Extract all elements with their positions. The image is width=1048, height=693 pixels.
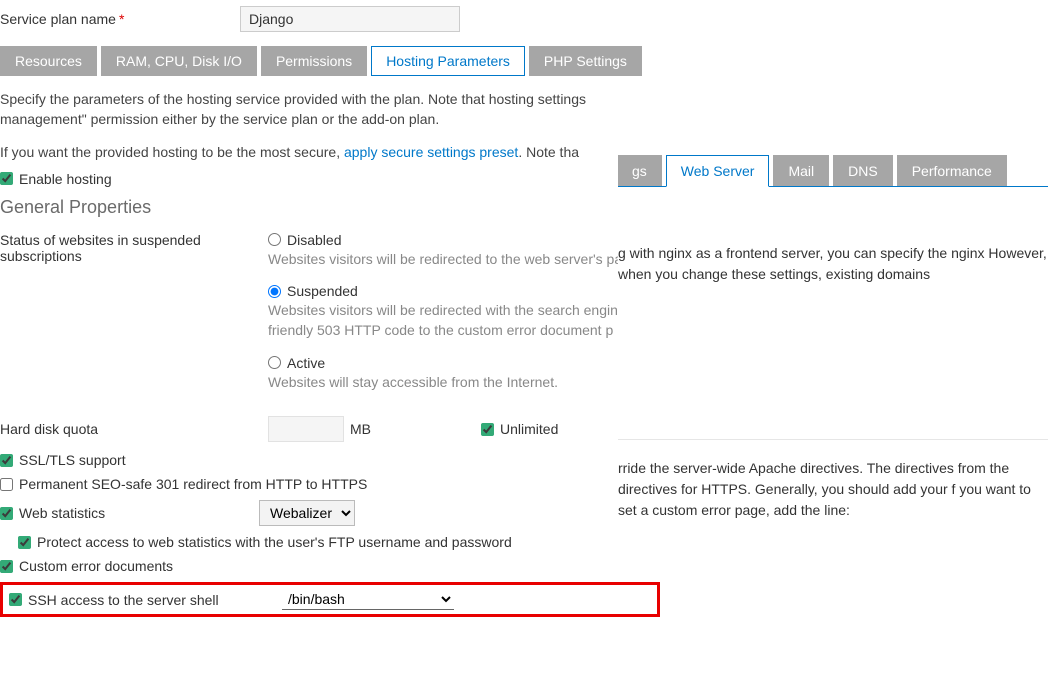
tab-permissions[interactable]: Permissions — [261, 46, 367, 76]
plan-tabs: Resources RAM, CPU, Disk I/O Permissions… — [0, 46, 660, 76]
status-active-desc: Websites will stay accessible from the I… — [268, 373, 660, 393]
intro-paragraph-1: Specify the parameters of the hosting se… — [0, 90, 660, 129]
custom-error-docs-label: Custom error documents — [19, 558, 173, 574]
tab-performance[interactable]: Performance — [897, 155, 1007, 186]
status-active-label: Active — [287, 355, 325, 371]
intro-paragraph-2: If you want the provided hosting to be t… — [0, 143, 660, 163]
web-statistics-select[interactable]: Webalizer — [259, 500, 355, 526]
web-statistics-checkbox[interactable] — [0, 507, 13, 520]
tab-php-settings[interactable]: PHP Settings — [529, 46, 642, 76]
tab-web-server[interactable]: Web Server — [666, 155, 770, 187]
status-suspended-desc: Websites visitors will be redirected wit… — [268, 301, 660, 340]
unlimited-checkbox[interactable] — [481, 423, 494, 436]
hard-disk-quota-unit: MB — [350, 421, 371, 437]
hard-disk-quota-input[interactable] — [268, 416, 344, 442]
tab-resources[interactable]: Resources — [0, 46, 97, 76]
tab-mail[interactable]: Mail — [773, 155, 829, 186]
ssh-highlight-box: SSH access to the server shell /bin/bash — [0, 582, 660, 617]
webserver-text-2: rride the server-wide Apache directives.… — [618, 458, 1048, 521]
apply-secure-preset-link[interactable]: apply secure settings preset — [344, 144, 518, 160]
hard-disk-quota-label: Hard disk quota — [0, 421, 268, 437]
divider — [618, 439, 1048, 440]
protect-stats-label: Protect access to web statistics with th… — [37, 534, 512, 550]
ssl-tls-checkbox[interactable] — [0, 454, 13, 467]
status-disabled-desc: Websites visitors will be redirected to … — [268, 250, 660, 270]
suspended-status-label: Status of websites in suspended subscrip… — [0, 232, 268, 406]
ssh-shell-select[interactable]: /bin/bash — [282, 589, 454, 610]
ssh-access-label: SSH access to the server shell — [28, 592, 260, 608]
status-suspended-radio[interactable] — [268, 285, 281, 298]
protect-stats-checkbox[interactable] — [18, 536, 31, 549]
tab-hosting-parameters[interactable]: Hosting Parameters — [371, 46, 525, 76]
status-suspended-label: Suspended — [287, 283, 358, 299]
status-disabled-radio[interactable] — [268, 233, 281, 246]
tab-ram-cpu-disk[interactable]: RAM, CPU, Disk I/O — [101, 46, 257, 76]
webserver-tabs: gs Web Server Mail DNS Performance — [618, 155, 1048, 187]
required-indicator: * — [119, 11, 124, 27]
general-properties-heading: General Properties — [0, 197, 660, 218]
seo-redirect-label: Permanent SEO-safe 301 redirect from HTT… — [19, 476, 367, 492]
webserver-text-1: g with nginx as a frontend server, you c… — [618, 243, 1048, 285]
service-plan-name-label: Service plan name* — [0, 11, 240, 27]
unlimited-label: Unlimited — [500, 421, 558, 437]
custom-error-docs-checkbox[interactable] — [0, 560, 13, 573]
enable-hosting-checkbox[interactable] — [0, 172, 13, 185]
tab-partial-gs[interactable]: gs — [618, 155, 662, 186]
ssl-tls-label: SSL/TLS support — [19, 452, 126, 468]
ssh-access-checkbox[interactable] — [9, 593, 22, 606]
service-plan-name-input[interactable] — [240, 6, 460, 32]
enable-hosting-label: Enable hosting — [19, 171, 112, 187]
status-active-radio[interactable] — [268, 356, 281, 369]
web-statistics-label: Web statistics — [19, 505, 259, 521]
tab-dns[interactable]: DNS — [833, 155, 893, 186]
status-disabled-label: Disabled — [287, 232, 341, 248]
seo-redirect-checkbox[interactable] — [0, 478, 13, 491]
